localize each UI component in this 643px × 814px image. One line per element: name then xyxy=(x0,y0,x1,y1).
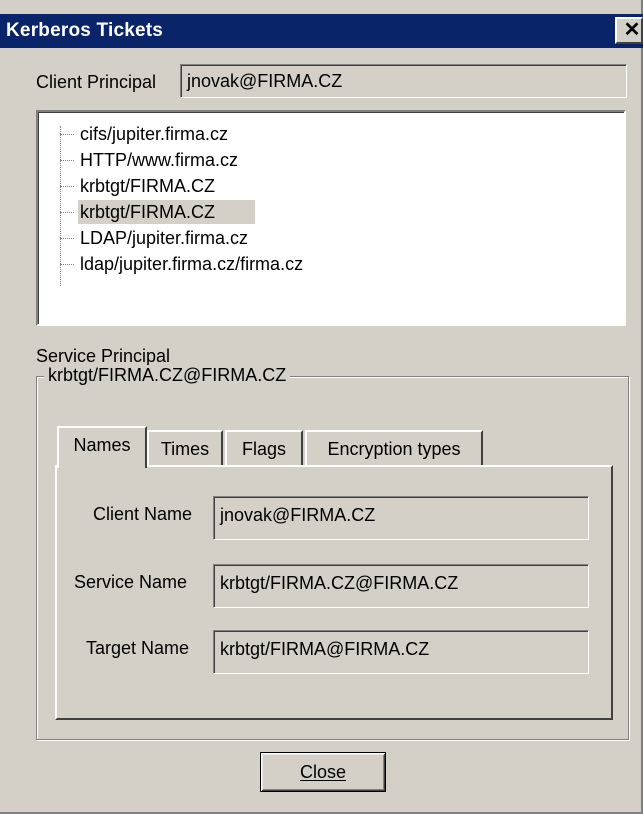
title-bar[interactable]: Kerberos Tickets ✕ xyxy=(0,14,643,48)
target-name-field: krbtgt/FIRMA@FIRMA.CZ xyxy=(213,630,589,674)
tree-connector-line xyxy=(60,126,61,286)
tree-item-label: krbtgt/FIRMA.CZ xyxy=(78,200,256,224)
close-button-label: Close xyxy=(299,762,347,782)
tab-flags[interactable]: Flags xyxy=(225,430,303,466)
tree-item-label: HTTP/www.firma.cz xyxy=(80,150,239,170)
target-name-label: Target Name xyxy=(86,638,190,658)
tree-item-label: cifs/jupiter.firma.cz xyxy=(80,124,229,144)
tab-label: Names xyxy=(73,435,131,455)
client-principal-field: jnovak@FIRMA.CZ xyxy=(180,64,627,98)
service-name-label: Service Name xyxy=(74,572,188,592)
close-button[interactable]: Close xyxy=(260,752,386,792)
client-name-label: Client Name xyxy=(93,504,193,524)
client-principal-label: Client Principal xyxy=(36,72,157,92)
tab-names[interactable]: Names xyxy=(57,426,147,468)
tab-times[interactable]: Times xyxy=(147,430,223,466)
tab-label: Flags xyxy=(241,439,286,459)
kerberos-tickets-dialog: Kerberos Tickets ✕ Client Principal jnov… xyxy=(0,0,643,814)
close-icon[interactable]: ✕ xyxy=(615,17,643,44)
tab-label: Encryption types xyxy=(327,439,461,459)
service-principal-group-title: krbtgt/FIRMA.CZ@FIRMA.CZ xyxy=(44,365,291,386)
service-name-field: krbtgt/FIRMA.CZ@FIRMA.CZ xyxy=(213,564,589,608)
client-name-field: jnovak@FIRMA.CZ xyxy=(213,496,589,540)
tree-item-label: krbtgt/FIRMA.CZ xyxy=(80,176,216,196)
tab-encryption-types[interactable]: Encryption types xyxy=(305,430,483,466)
tree-item-label: LDAP/jupiter.firma.cz xyxy=(80,228,249,248)
tree-item-label: ldap/jupiter.firma.cz/firma.cz xyxy=(80,254,304,274)
ticket-tree[interactable]: cifs/jupiter.firma.cz HTTP/www.firma.cz … xyxy=(36,110,626,326)
tab-label: Times xyxy=(160,439,210,459)
window-title: Kerberos Tickets xyxy=(6,20,164,41)
service-principal-label: Service Principal xyxy=(36,346,171,366)
